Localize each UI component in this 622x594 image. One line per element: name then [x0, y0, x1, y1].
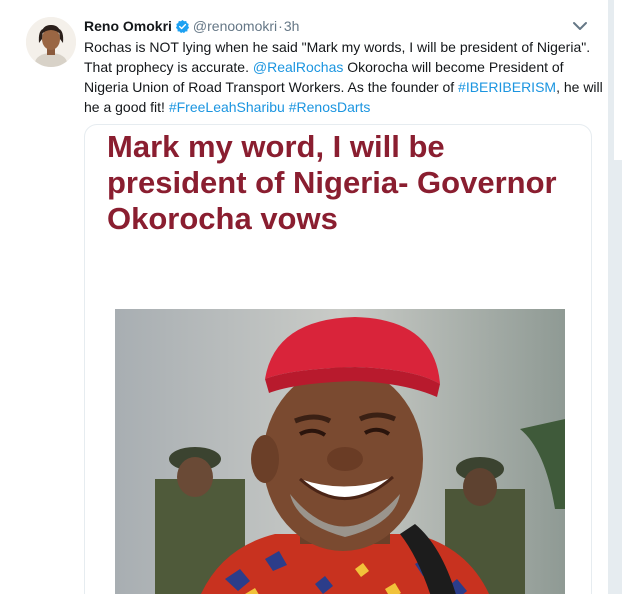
tweet-header: Reno Omokri @renoomokri·3h: [84, 16, 299, 36]
tweet[interactable]: Reno Omokri @renoomokri·3h Rochas is NOT …: [0, 0, 609, 594]
news-photo[interactable]: [115, 309, 565, 594]
author-avatar[interactable]: [26, 17, 76, 67]
author-handle[interactable]: @renoomokri: [193, 18, 277, 34]
media-card[interactable]: Mark my word, I will be president of Nig…: [84, 124, 592, 594]
chevron-down-icon[interactable]: [572, 20, 588, 32]
hashtag-link[interactable]: #IBERIBERISM: [458, 79, 556, 95]
tweet-time[interactable]: 3h: [284, 18, 300, 34]
hashtag-link[interactable]: #FreeLeahSharibu: [169, 99, 285, 115]
hashtag-link[interactable]: #RenosDarts: [289, 99, 371, 115]
verified-badge-icon: [175, 19, 190, 39]
avatar-image: [26, 17, 76, 67]
separator-dot: ·: [278, 18, 283, 34]
tweet-text: Rochas is NOT lying when he said "Mark m…: [84, 37, 604, 117]
card-headline: Mark my word, I will be president of Nig…: [107, 129, 557, 236]
author-name[interactable]: Reno Omokri: [84, 18, 172, 34]
mention-link[interactable]: @RealRochas: [253, 59, 343, 75]
page-column-edge: [614, 0, 622, 160]
